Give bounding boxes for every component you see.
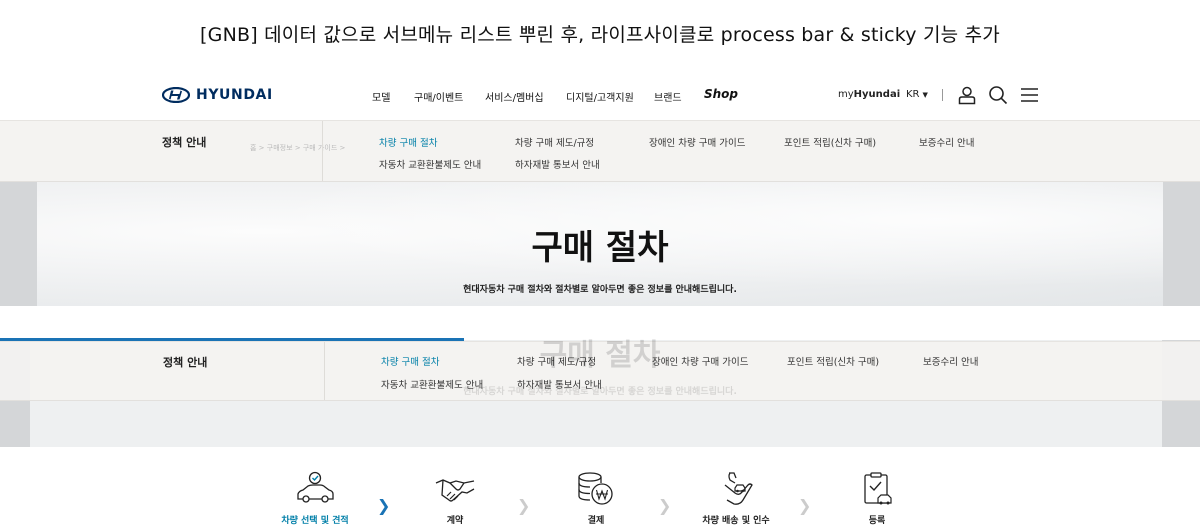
subnav-section-title: 정책 안내 bbox=[162, 136, 207, 149]
myhyundai-bold: Hyundai bbox=[853, 89, 901, 100]
page-subtitle: 현대자동차 구매 절차와 절차별로 알아두면 좋은 정보를 안내해드립니다. bbox=[463, 285, 737, 295]
chevron-right-icon: ❯ bbox=[798, 496, 812, 515]
clipboard-car-icon bbox=[864, 472, 892, 505]
subnav-item-disabled-guide[interactable]: 장애인 차량 구매 가이드 bbox=[649, 135, 745, 149]
step-car-selection[interactable]: 차량 선택 및 견적 bbox=[265, 447, 365, 526]
chevron-right-icon: ❯ bbox=[517, 496, 531, 515]
user-icon[interactable] bbox=[957, 85, 977, 105]
subnav-item-refund-policy[interactable]: 자동차 교환환불제도 안내 bbox=[379, 157, 481, 171]
menu-item-brand[interactable]: 브랜드 bbox=[654, 89, 682, 104]
hyundai-logo-icon bbox=[162, 87, 190, 103]
sub-navigation-panel: 정책 안내 홈 > 구매정보 > 구매 가이드 > 차량 구매 절차 차량 구매… bbox=[0, 120, 1200, 182]
step-contract[interactable]: 계약 bbox=[405, 447, 505, 526]
language-selector[interactable]: KR ▼ bbox=[906, 89, 928, 100]
language-label: KR bbox=[906, 89, 920, 100]
page-caption: [GNB] 데이터 값으로 서브메뉴 리스트 뿌린 후, 라이프사이클로 pro… bbox=[200, 24, 1000, 46]
page-title: 구매 절차 bbox=[531, 228, 669, 268]
myhyundai-link[interactable]: myHyundai bbox=[838, 89, 900, 100]
subnav-item-warranty[interactable]: 보증수리 안내 bbox=[919, 135, 974, 149]
menu-item-digital[interactable]: 디지털/고객지원 bbox=[566, 89, 634, 104]
subnav-divider bbox=[322, 121, 323, 181]
scroll-progress-fill bbox=[0, 338, 465, 341]
step-registration[interactable]: 등록 bbox=[827, 447, 927, 526]
car-check-icon bbox=[297, 471, 334, 503]
step-payment[interactable]: 결제 bbox=[546, 447, 646, 526]
ghost-page-title: 구매 절차 bbox=[539, 338, 661, 373]
caret-down-icon: ▼ bbox=[922, 91, 928, 99]
chevron-right-icon: ❯ bbox=[658, 496, 672, 515]
menu-item-models[interactable]: 모델 bbox=[372, 89, 390, 104]
hand-car-icon bbox=[724, 472, 753, 505]
scroll-progress-bar bbox=[0, 338, 1200, 341]
logo-wordmark: HYUNDAI bbox=[196, 87, 273, 103]
util-divider bbox=[942, 89, 943, 101]
subnav-item-purchase-rules[interactable]: 차량 구매 제도/규정 bbox=[515, 135, 594, 149]
chevron-right-icon: ❯ bbox=[377, 496, 391, 515]
ghost-page-subtitle: 현대자동차 구매 절차와 절차별로 알아두면 좋은 정보를 안내해드립니다. bbox=[463, 387, 737, 397]
menu-item-service[interactable]: 서비스/멤버십 bbox=[485, 89, 544, 104]
subnav-item-points[interactable]: 포인트 적립(신차 구매) bbox=[784, 135, 876, 149]
global-navigation-bar: HYUNDAI 모델 구매/이벤트 서비스/멤버십 디지털/고객지원 브랜드 S… bbox=[0, 70, 1200, 121]
myhyundai-prefix: my bbox=[838, 89, 854, 100]
search-icon[interactable] bbox=[988, 85, 1008, 105]
breadcrumb: 홈 > 구매정보 > 구매 가이드 > bbox=[250, 144, 346, 152]
process-steps: 차량 선택 및 견적 ❯ 계약 ❯ 결제 ❯ 차량 배송 및 인수 ❯ 등록 bbox=[0, 447, 1200, 526]
subnav-item-defect-notice[interactable]: 하자재발 통보서 안내 bbox=[515, 157, 600, 171]
subnav-item-purchase-procedure[interactable]: 차량 구매 절차 bbox=[379, 135, 437, 149]
menu-hamburger-icon[interactable] bbox=[1019, 85, 1039, 105]
hero-banner: 구매 절차 현대자동차 구매 절차와 절차별로 알아두면 좋은 정보를 안내해드… bbox=[0, 182, 1200, 306]
menu-item-shop[interactable]: Shop bbox=[704, 87, 738, 101]
hyundai-logo[interactable]: HYUNDAI bbox=[162, 87, 273, 103]
sticky-state-preview: 구매 절차 현대자동차 구매 절차와 절차별로 알아두면 좋은 정보를 안내해드… bbox=[0, 306, 1200, 447]
step-delivery[interactable]: 차량 배송 및 인수 bbox=[686, 447, 786, 526]
coins-won-icon bbox=[578, 472, 613, 505]
menu-item-purchase[interactable]: 구매/이벤트 bbox=[414, 89, 463, 104]
handshake-icon bbox=[435, 479, 475, 502]
